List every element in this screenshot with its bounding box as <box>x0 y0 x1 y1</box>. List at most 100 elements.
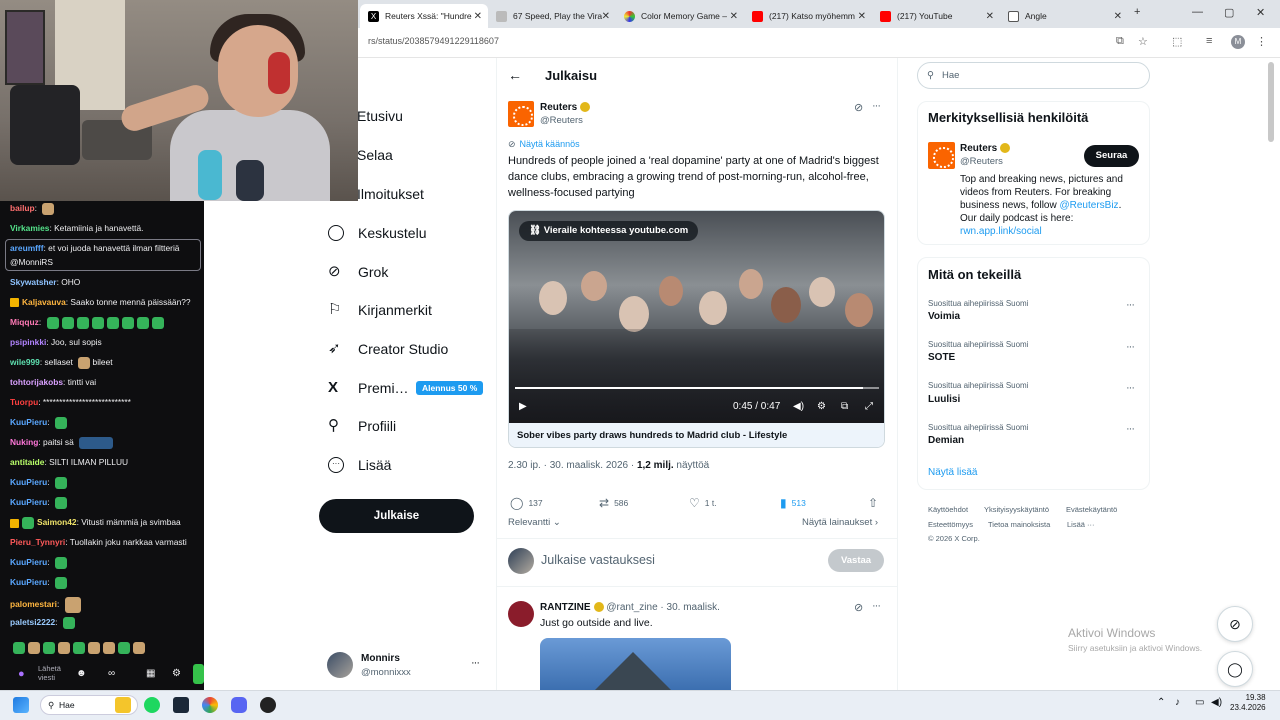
discord-icon[interactable] <box>231 697 247 713</box>
taskbar-clock[interactable]: 19.38 23.4.2026 <box>1230 693 1266 713</box>
volume-icon[interactable]: ◀) <box>1211 697 1222 708</box>
nav-bookmarks[interactable]: ⚐ Kirjanmerkit <box>328 298 432 322</box>
store-icon[interactable]: ▦ <box>146 668 155 679</box>
steam-icon[interactable] <box>173 697 189 713</box>
close-tab-icon[interactable]: ✕ <box>1114 11 1122 22</box>
file-explorer-icon[interactable] <box>115 697 131 713</box>
show-more-link[interactable]: Näytä lisää <box>928 467 977 478</box>
nav-explore[interactable]: Selaa <box>357 143 393 167</box>
pip-icon[interactable]: ⧉ <box>841 401 848 412</box>
start-icon[interactable] <box>13 697 29 713</box>
repost-action[interactable]: ⇄ 586 <box>599 496 628 510</box>
nav-notifications[interactable]: Ilmoitukset <box>357 182 424 206</box>
spotify-icon[interactable] <box>144 697 160 713</box>
fullscreen-icon[interactable]: ⤢ <box>865 401 873 412</box>
volume-icon[interactable]: ◀) <box>793 401 804 412</box>
bookmark-star-icon[interactable]: ☆ <box>1138 35 1148 48</box>
menu-icon[interactable]: ⋮ <box>1256 35 1267 48</box>
footer-link[interactable]: Lisää ··· <box>1067 520 1095 529</box>
nav-profile[interactable]: ⚲ Profiili <box>328 414 396 438</box>
close-tab-icon[interactable]: ✕ <box>474 11 482 22</box>
video-card[interactable]: ⛓ Vieraile kohteessa youtube.com ▶ 0:45 … <box>508 210 885 448</box>
microphone-icon[interactable]: ● <box>18 668 25 680</box>
tab-67-speed[interactable]: 67 Speed, Play the Vira ✕ <box>488 4 616 28</box>
nav-home[interactable]: Etusivu <box>357 104 403 128</box>
profile-avatar[interactable]: M <box>1231 35 1245 49</box>
messages-fab-icon[interactable]: ◯ <box>1217 651 1253 687</box>
footer-link[interactable]: Tietoa mainoksista <box>988 520 1050 529</box>
trend-item[interactable]: Demian <box>928 435 964 446</box>
tweet-more-icon[interactable]: ··· <box>872 600 881 612</box>
trend-more-icon[interactable]: ··· <box>1126 299 1135 311</box>
trend-more-icon[interactable]: ··· <box>1126 341 1135 353</box>
close-window-icon[interactable]: ✕ <box>1256 6 1265 19</box>
chat-send-button[interactable] <box>193 664 204 684</box>
video-frame[interactable] <box>509 211 884 423</box>
rantzine-avatar[interactable] <box>508 601 534 627</box>
nav-more[interactable]: ··· Lisää <box>328 453 391 477</box>
reply-input[interactable]: Julkaise vastauksesi <box>541 553 655 567</box>
profile-name[interactable]: Reuters <box>960 143 1011 154</box>
close-tab-icon[interactable]: ✕ <box>730 11 738 22</box>
bookmark-action[interactable]: ▮ 513 <box>780 496 806 510</box>
relevance-dropdown[interactable]: Relevantti ⌄ <box>508 517 561 528</box>
media-icon[interactable]: ≡ <box>1206 35 1212 47</box>
bio-mention-link[interactable]: @ReutersBiz <box>1060 200 1119 211</box>
tweet-more-icon[interactable]: ··· <box>872 100 881 112</box>
trend-more-icon[interactable]: ··· <box>1126 382 1135 394</box>
video-caption[interactable]: Sober vibes party draws hundreds to Madr… <box>509 423 884 447</box>
bio-url-link[interactable]: rwn.app.link/social <box>960 225 1145 238</box>
footer-link[interactable]: Käyttöehdot <box>928 505 968 514</box>
follow-button[interactable]: Seuraa <box>1084 145 1139 167</box>
settings-icon[interactable]: ⚙ <box>172 668 181 679</box>
network-icon[interactable]: ▭ <box>1195 697 1204 708</box>
play-icon[interactable]: ▶ <box>519 401 527 412</box>
tweet-author[interactable]: Reuters <box>540 102 591 113</box>
extensions-icon[interactable]: ⬚ <box>1172 35 1182 48</box>
tab-reuters[interactable]: X Reuters Xssä: "Hundre ✕ <box>360 4 488 28</box>
footer-link[interactable]: Yksityisyyskäytäntö <box>984 505 1049 514</box>
account-avatar[interactable] <box>327 652 353 678</box>
video-progress-bar[interactable] <box>515 387 879 389</box>
back-arrow-icon[interactable]: ← <box>508 67 522 83</box>
account-name[interactable]: Monnirs <box>361 653 400 664</box>
tab-angle[interactable]: Angle ✕ <box>1000 4 1128 28</box>
footer-link[interactable]: Esteettömyys <box>928 520 973 529</box>
like-action[interactable]: ♡ 1 t. <box>689 496 717 510</box>
reuters-avatar[interactable] <box>508 101 534 127</box>
post-button[interactable]: Julkaise <box>319 499 474 533</box>
microphone-icon[interactable]: ♪ <box>1175 697 1180 708</box>
cast-icon[interactable]: ⧉ <box>1116 35 1124 48</box>
new-tab-button[interactable]: + <box>1134 6 1140 18</box>
share-action[interactable]: ⇧ <box>868 496 883 510</box>
obs-icon[interactable] <box>260 697 276 713</box>
scrollbar[interactable] <box>1268 62 1274 142</box>
url-text[interactable]: rs/status/2038579491229118607 <box>368 36 499 46</box>
footer-link[interactable]: Evästekäytäntö <box>1066 505 1117 514</box>
bits-icon[interactable]: ∞ <box>108 668 115 679</box>
reply-action[interactable]: ◯ 137 <box>510 496 543 510</box>
nav-messages[interactable]: Keskustelu <box>328 221 426 245</box>
send-message-input[interactable]: Lähetä viesti <box>38 664 62 682</box>
tab-youtube[interactable]: (217) YouTube ✕ <box>872 4 1000 28</box>
reply-button[interactable]: Vastaa <box>828 549 884 572</box>
trend-item[interactable]: Luulisi <box>928 394 960 405</box>
reply-tweet-image[interactable] <box>540 638 731 690</box>
trend-item[interactable]: Voimia <box>928 311 960 322</box>
settings-icon[interactable]: ⚙ <box>817 401 826 412</box>
nav-premium[interactable]: X Premi… <box>328 376 409 400</box>
close-tab-icon[interactable]: ✕ <box>986 11 994 22</box>
nav-grok[interactable]: ⊘ Grok <box>328 260 388 284</box>
show-quotes-link[interactable]: Näytä lainaukset › <box>802 517 878 528</box>
tab-color-memory[interactable]: Color Memory Game – ✕ <box>616 4 744 28</box>
trend-more-icon[interactable]: ··· <box>1126 423 1135 435</box>
grok-tweet-icon[interactable]: ⊘ <box>854 101 863 114</box>
nav-creator-studio[interactable]: ➶ Creator Studio <box>328 337 448 361</box>
translate-link[interactable]: ⊘ Näytä käännös <box>508 139 580 150</box>
visit-youtube-button[interactable]: ⛓ Vieraile kohteessa youtube.com <box>519 221 699 241</box>
chrome-icon[interactable] <box>202 697 218 713</box>
maximize-icon[interactable]: ▢ <box>1224 6 1234 19</box>
close-tab-icon[interactable]: ✕ <box>858 11 866 22</box>
grok-fab-icon[interactable]: ⊘ <box>1217 606 1253 642</box>
search-input[interactable]: ⚲ Hae <box>917 62 1150 89</box>
